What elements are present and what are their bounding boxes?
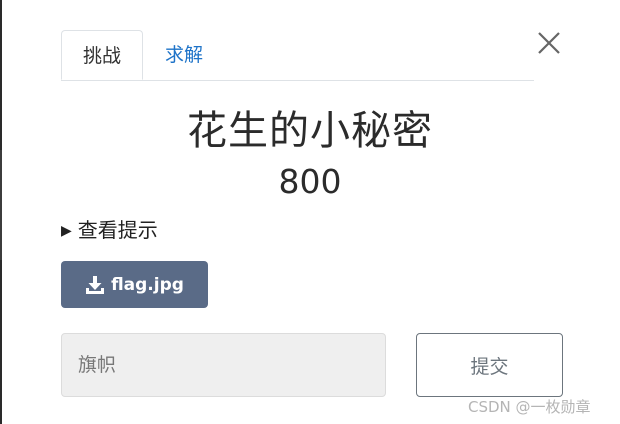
download-icon [86,275,105,294]
triangle-right-icon: ▶ [61,223,72,239]
tab-solves[interactable]: 求解 [143,30,223,80]
tab-bar: 挑战 求解 [61,30,534,81]
download-file-button[interactable]: flag.jpg [61,261,208,308]
submit-button[interactable]: 提交 [416,333,563,397]
flag-input[interactable] [61,333,386,397]
tab-challenge[interactable]: 挑战 [61,30,143,80]
challenge-title: 花生的小秘密 [187,108,433,154]
watermark: CSDN @一枚勋章 [468,398,591,416]
view-hints-toggle[interactable]: ▶ 查看提示 [61,214,158,243]
download-file-label: flag.jpg [111,274,184,295]
challenge-value: 800 [278,162,342,201]
view-hints-label: 查看提示 [77,218,158,242]
close-icon[interactable] [534,28,564,58]
